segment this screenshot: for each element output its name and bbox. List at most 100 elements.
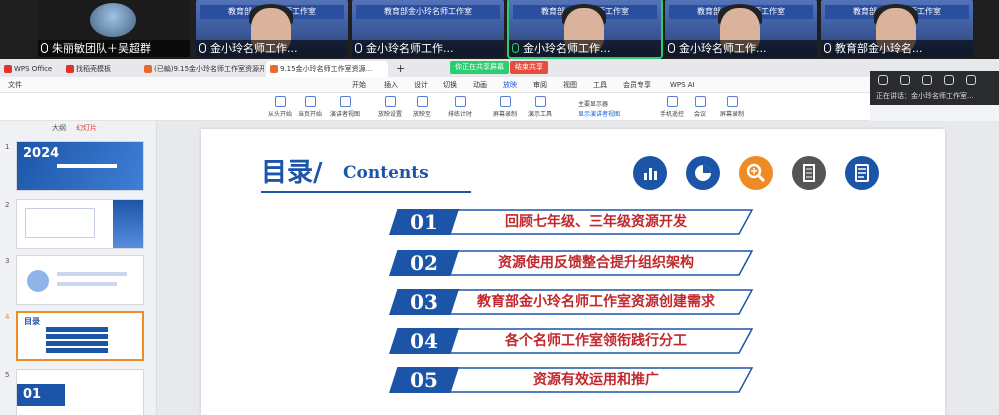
participant-tile[interactable]: 教育部金小玲名师工作室 金小玲名师工作...	[196, 0, 348, 57]
ribbon-phone-remote[interactable]: 手机遥控	[660, 96, 684, 118]
thumb-box	[25, 208, 95, 238]
participant-name: 金小玲名师工作...	[352, 40, 504, 57]
play-current-icon	[304, 96, 316, 107]
pie-chart-icon	[686, 156, 720, 190]
ribbon-start-from-beginning[interactable]: 从头开始	[268, 96, 292, 118]
meeting-mini-window[interactable]: 正在讲话：金小玲名师工作室...	[870, 71, 999, 105]
mic-icon	[512, 43, 519, 53]
avatar	[90, 3, 136, 37]
agenda-item[interactable]: 01 回顾七年级、三年级资源开发	[389, 209, 757, 235]
share-icon[interactable]	[944, 75, 954, 85]
participant-tile[interactable]: 教育部金小玲名师工作室 教育部金小玲名...	[821, 0, 973, 57]
thumb-title: 01	[23, 387, 42, 402]
slide-thumbnail-panel: 大纲 幻灯片 1 2024 2 3 4 目录 5 01	[0, 121, 157, 415]
thumb-line	[46, 348, 108, 353]
ribbon-presenter-view[interactable]: 演讲者视图	[330, 96, 360, 118]
sharing-indicator: 你正在共享屏幕	[450, 61, 509, 74]
mic-icon	[355, 43, 362, 53]
ribbon-meeting[interactable]: 会议	[694, 96, 706, 118]
ribbon-label: 演示工具	[528, 111, 553, 118]
menu-member[interactable]: 会员专享	[623, 77, 651, 93]
ribbon-cast[interactable]: 放映至	[413, 96, 431, 118]
ribbon-start-current[interactable]: 当页开始	[298, 96, 322, 118]
menu-file[interactable]: 文件	[8, 77, 22, 93]
participant-tile[interactable]: 教育部金小玲名师工作室 金小玲名师工作...	[665, 0, 817, 57]
ribbon-toolbar: 从头开始 当页开始 演讲者视图 放映设置 放映至 排练计时 屏幕录制 演示工具 …	[0, 93, 870, 121]
grid-icon[interactable]	[878, 75, 888, 85]
outline-tab[interactable]: 大纲	[52, 121, 66, 135]
participant-name: 金小玲名师工作...	[196, 40, 348, 57]
menu-design[interactable]: 设计	[414, 77, 428, 93]
ribbon-label: 演讲者视图	[330, 111, 361, 118]
menu-view[interactable]: 视图	[563, 77, 577, 93]
wps-ai-button[interactable]: WPS AI	[670, 77, 695, 93]
thumb-circle	[27, 270, 49, 292]
settings-icon	[384, 96, 396, 107]
participant-tile[interactable]: 教育部金小玲名师工作室 金小玲名师工作...	[352, 0, 504, 57]
new-tab-button[interactable]: +	[392, 61, 408, 77]
camera-icon[interactable]	[922, 75, 932, 85]
mic-icon	[668, 43, 675, 53]
agenda-item[interactable]: 05 资源有效运用和推广	[389, 367, 757, 393]
ribbon-label: 屏幕录制	[493, 111, 518, 118]
ribbon-label: 从头开始	[268, 111, 293, 118]
presenter-view-checkbox[interactable]: 显示演讲者视图	[578, 109, 620, 118]
ppt-icon	[270, 65, 278, 73]
slide-thumbnail[interactable]: 2024	[16, 141, 144, 191]
ribbon-label: 当页开始	[298, 111, 323, 118]
menu-insert[interactable]: 插入	[384, 77, 398, 93]
thumb-decor	[113, 200, 143, 248]
screen-record-icon	[726, 96, 738, 107]
tab-wps-office[interactable]: WPS Office	[0, 61, 60, 77]
agenda-item[interactable]: 04 各个名师工作室领衔践行分工	[389, 328, 757, 354]
checkbox-label: 显示演讲者视图	[578, 111, 621, 118]
agenda-item[interactable]: 02 资源使用反馈整合提升组织架构	[389, 250, 757, 276]
title-underline	[261, 191, 471, 193]
mic-icon	[199, 43, 206, 53]
ribbon-show-settings[interactable]: 放映设置	[378, 96, 402, 118]
tab-templates[interactable]: 找稻壳模板	[62, 61, 140, 77]
menu-transition[interactable]: 切换	[443, 77, 457, 93]
magnifier-icon	[739, 156, 773, 190]
participant-name: 朱丽敏团队＋吴超群	[38, 40, 190, 57]
slide-number: 2	[5, 201, 10, 209]
mic-icon[interactable]	[900, 75, 910, 85]
slide-title: 目录/	[261, 158, 323, 188]
current-slide[interactable]: 目录/ Contents 01 回顾七年级、三年级资源开发 02 资源使用反馈整…	[201, 129, 945, 415]
tab-document-1[interactable]: (已編)9.15金小玲名师工作室资源开...	[140, 61, 264, 77]
display-select[interactable]: 主要显示器	[578, 99, 608, 108]
menu-tools[interactable]: 工具	[593, 77, 607, 93]
menu-review[interactable]: 审阅	[533, 77, 547, 93]
more-icon[interactable]	[966, 75, 976, 85]
exit-share-button[interactable]: 结束共享	[510, 61, 548, 74]
thumb-line	[57, 282, 117, 286]
menu-home[interactable]: 开始	[352, 77, 366, 93]
ribbon-label: 会议	[694, 111, 707, 118]
wps-icon	[4, 65, 12, 73]
slide-number: 5	[5, 371, 10, 379]
ribbon-record[interactable]: 屏幕录制	[493, 96, 517, 118]
agenda-item[interactable]: 03 教育部金小玲名师工作室资源创建需求	[389, 289, 757, 315]
ribbon-rehearse[interactable]: 排练计时	[448, 96, 472, 118]
presenter-icon	[339, 96, 351, 107]
participant-tile-speaking[interactable]: 教育部金小玲名师工作室 金小玲名师工作...	[507, 0, 663, 59]
thumb-panel-header: 大纲 幻灯片	[0, 121, 157, 135]
ribbon-screen-record[interactable]: 屏幕录制	[720, 96, 744, 118]
slide-thumbnail[interactable]	[16, 199, 144, 249]
slide-thumbnail-selected[interactable]: 目录	[16, 311, 144, 361]
bar-chart-icon	[633, 156, 667, 190]
ribbon-label: 手机遥控	[660, 111, 685, 118]
screen: 朱丽敏团队＋吴超群 教育部金小玲名师工作室 金小玲名师工作... 教育部金小玲名…	[0, 0, 999, 415]
slides-tab[interactable]: 幻灯片	[76, 121, 97, 135]
participant-strip: 朱丽敏团队＋吴超群 教育部金小玲名师工作室 金小玲名师工作... 教育部金小玲名…	[0, 0, 999, 59]
slide-thumbnail[interactable]: 01	[16, 369, 144, 415]
ribbon-tools[interactable]: 演示工具	[528, 96, 552, 118]
participant-tile[interactable]: 朱丽敏团队＋吴超群	[38, 0, 190, 57]
menu-animation[interactable]: 动画	[473, 77, 487, 93]
slide-thumbnail[interactable]	[16, 255, 144, 305]
agenda-text: 资源使用反馈整合提升组织架构	[498, 255, 694, 271]
menu-slideshow[interactable]: 放映	[503, 77, 517, 94]
tab-document-active[interactable]: 9.15金小玲名师工作室资源...	[266, 61, 388, 77]
slide-title-en: Contents	[343, 163, 429, 183]
thumb-line	[46, 327, 108, 332]
